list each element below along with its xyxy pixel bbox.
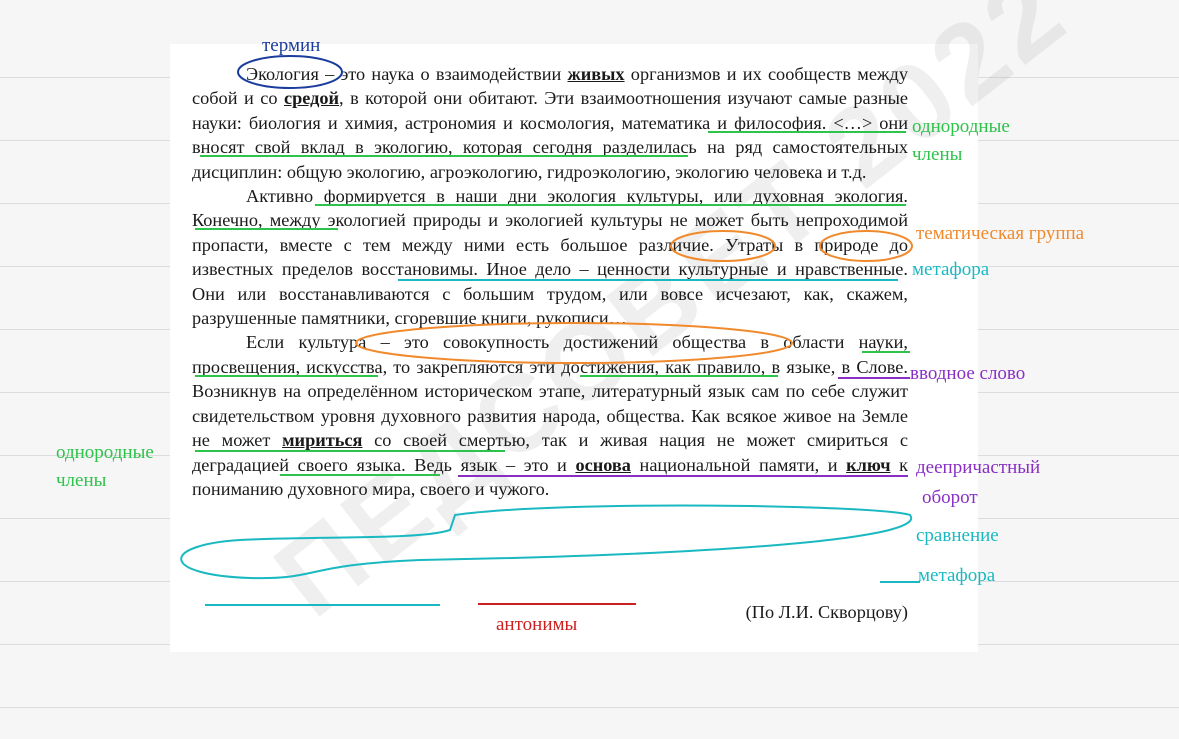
document-text: Экология – это наука о взаимодействии жи…	[192, 62, 908, 501]
paragraph-3: Если культура – это совокупность достиже…	[192, 332, 908, 499]
annotation-metaphor-1: метафора	[912, 259, 990, 280]
paragraph-2: Активно формируется в наши дни экология …	[192, 186, 908, 329]
annotation-homogeneous-right-1: однородные	[912, 116, 1010, 137]
annotation-homogeneous-left-1: однородные	[56, 442, 154, 463]
annotation-antonyms: антонимы	[496, 614, 578, 635]
annotation-comparison: сравнение	[916, 525, 999, 546]
paragraph-1: Экология – это наука о взаимодействии жи…	[192, 64, 909, 182]
annotation-term: термин	[262, 35, 321, 56]
source-citation: (По Л.И. Скворцову)	[745, 602, 908, 622]
annotation-thematic-group: тематическая группа	[916, 223, 1085, 244]
annotation-participle-1: деепричастный	[916, 457, 1041, 478]
annotation-homogeneous-right-2: члены	[912, 144, 963, 165]
annotation-homogeneous-left-2: члены	[56, 470, 107, 491]
annotation-introductory-word: вводное слово	[910, 363, 1026, 384]
annotation-metaphor-2: метафора	[918, 565, 996, 586]
document-scan: ПЕДСОВЕТ 2022 Экология – это наука о вза…	[170, 0, 1090, 652]
annotation-participle-2: оборот	[922, 487, 978, 508]
